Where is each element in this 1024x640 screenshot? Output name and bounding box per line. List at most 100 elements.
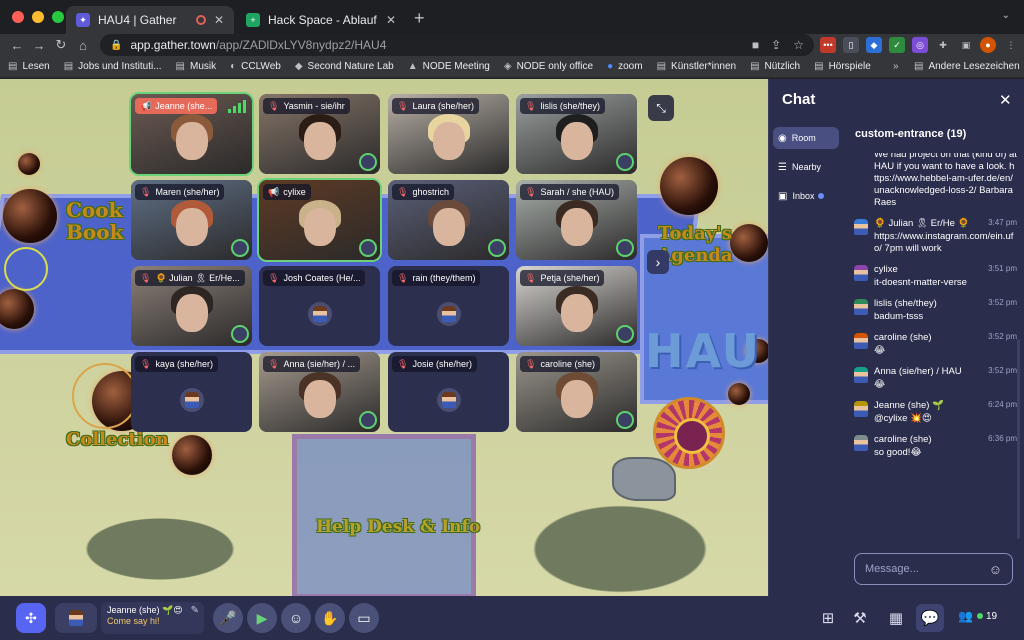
- bookmark-musik[interactable]: ▤ Musik: [176, 61, 217, 72]
- chat-message-input[interactable]: Message... ☺: [854, 553, 1013, 585]
- participants-button[interactable]: 👥 19: [958, 609, 997, 623]
- microphone-button[interactable]: 🎤: [213, 603, 243, 633]
- video-tile[interactable]: 🎙 lislis (she/they): [516, 94, 637, 174]
- user-status-card[interactable]: Jeanne (she) 🌱😍 Come say hi! ✎: [101, 602, 204, 634]
- avatar[interactable]: [854, 333, 868, 349]
- browser-menu-icon[interactable]: ⋮: [1003, 37, 1019, 53]
- profile-avatar[interactable]: ●: [980, 37, 996, 53]
- video-tile[interactable]: 📢 Jeanne (she...: [131, 94, 252, 174]
- close-window-button[interactable]: [12, 11, 24, 23]
- home-icon[interactable]: ⌂: [72, 38, 94, 53]
- chat-tab-room[interactable]: ◉ Room: [773, 127, 839, 149]
- video-tile[interactable]: 🎙 Josie (she/her): [388, 352, 509, 432]
- video-tile[interactable]: 🎙 Sarah / she (HAU): [516, 180, 637, 260]
- bookmark-second-nature-lab[interactable]: ◆ Second Nature Lab: [295, 61, 394, 72]
- build-hammer-icon[interactable]: ⚒: [846, 604, 874, 632]
- video-tile[interactable]: 🎙 Yasmin - sie/ihr: [259, 94, 380, 174]
- bookmark-jobs[interactable]: ▤ Jobs und Instituti...: [64, 61, 162, 72]
- extension-lastpass-icon[interactable]: •••: [820, 37, 836, 53]
- avatar[interactable]: [854, 367, 868, 383]
- extensions-puzzle-icon[interactable]: ✚: [935, 37, 951, 53]
- reload-icon[interactable]: ↻: [50, 37, 72, 53]
- video-tile[interactable]: 🎙 🌻 Julian 🎗 Er/He...: [131, 266, 252, 346]
- mic-muted-icon: 🎙: [525, 272, 537, 283]
- chat-sender[interactable]: 🌻 Julian 🎗 Er/He 🌻: [874, 218, 969, 229]
- video-tile[interactable]: 📢 cylixe: [259, 180, 380, 260]
- forward-icon[interactable]: →: [28, 38, 50, 53]
- video-tile[interactable]: 🎙 Petja (she/her): [516, 266, 637, 346]
- bookmark-hoerspiele[interactable]: ▤ Hörspiele: [814, 61, 871, 72]
- chat-tab-nearby[interactable]: ☰ Nearby: [773, 156, 839, 178]
- close-tab-icon[interactable]: ✕: [386, 13, 396, 27]
- zoom-window-button[interactable]: [52, 11, 64, 23]
- close-tab-icon[interactable]: ✕: [214, 13, 224, 27]
- video-tile[interactable]: 🎙 Laura (she/her): [388, 94, 509, 174]
- chat-sender[interactable]: lislis (she/they): [874, 298, 937, 309]
- camera-button[interactable]: ▶: [247, 603, 277, 633]
- share-icon[interactable]: ⇪: [771, 38, 781, 52]
- chat-sender[interactable]: caroline (she): [874, 434, 932, 445]
- emote-button[interactable]: ☺: [281, 603, 311, 633]
- video-tile[interactable]: 🎙 Josh Coates (He/...: [259, 266, 380, 346]
- chat-sender[interactable]: caroline (she): [874, 332, 932, 343]
- next-video-page-button[interactable]: ›: [647, 250, 669, 274]
- camera-in-use-icon[interactable]: ■: [752, 38, 759, 52]
- avatar[interactable]: [854, 401, 868, 417]
- bookmark-cclweb[interactable]: ◐ CCLWeb: [230, 61, 281, 72]
- video-tile[interactable]: 🎙 kaya (she/her): [131, 352, 252, 432]
- signal-bar: [233, 106, 236, 113]
- bookmark-zoom[interactable]: ● zoom: [607, 61, 643, 72]
- gather-menu-icon[interactable]: ✣: [16, 603, 46, 633]
- minimize-window-button[interactable]: [32, 11, 44, 23]
- avatar[interactable]: [854, 265, 868, 281]
- screen-share-button[interactable]: ▭: [349, 603, 379, 633]
- emoji-picker-icon[interactable]: ☺: [989, 562, 1002, 577]
- self-video-preview[interactable]: [55, 603, 97, 633]
- avatar-sprite-icon: [854, 435, 868, 451]
- new-tab-button[interactable]: +: [414, 8, 425, 29]
- chat-toggle-button[interactable]: 💬: [916, 604, 944, 632]
- chat-message: cylixe 3:51 pm it-doesnt-matter-verse: [854, 264, 1017, 289]
- video-tile[interactable]: 🎙 Anna (sie/her) / ...: [259, 352, 380, 432]
- tab-hack-space[interactable]: + Hack Space - Ablauf / Dispo - G ✕: [236, 6, 406, 34]
- chat-scrollbar[interactable]: [1017, 339, 1020, 539]
- wave-button[interactable]: ✋: [315, 603, 345, 633]
- video-tile[interactable]: 🎙 rain (they/them): [388, 266, 509, 346]
- video-tile[interactable]: 🎙 Maren (she/her): [131, 180, 252, 260]
- chat-tab-inbox[interactable]: ▣ Inbox: [773, 185, 839, 207]
- gather-map[interactable]: Cook Book Today's Agenda HAU Collection …: [0, 79, 768, 596]
- video-person-face: [175, 208, 208, 246]
- calendar-icon-signpost[interactable]: ⊞: [814, 604, 842, 632]
- more-bookmarks-icon[interactable]: »: [893, 61, 899, 72]
- chat-sender[interactable]: Anna (sie/her) / HAU: [874, 366, 962, 377]
- avatar[interactable]: [854, 435, 868, 451]
- collapse-video-grid-button[interactable]: ⤡: [648, 95, 674, 121]
- extension-shield-icon[interactable]: ◆: [866, 37, 882, 53]
- avatar-sprite-icon: [441, 306, 456, 322]
- back-icon[interactable]: ←: [6, 38, 28, 53]
- tab-gather[interactable]: ✦ HAU4 | Gather ✕: [66, 6, 234, 34]
- chat-sender[interactable]: Jeanne (she) 🌱: [874, 400, 944, 411]
- bookmark-nuetzlich[interactable]: ▤ Nützlich: [750, 61, 800, 72]
- bookmark-node-meeting[interactable]: ▲ NODE Meeting: [408, 61, 490, 72]
- bookmark-node-office[interactable]: ◈ NODE only office: [504, 61, 593, 72]
- avatar[interactable]: [854, 219, 868, 235]
- calendar-icon[interactable]: ▦: [882, 604, 910, 632]
- edit-status-icon[interactable]: ✎: [191, 605, 199, 616]
- bookmark-lesen[interactable]: ▤ Lesen: [8, 61, 50, 72]
- video-tile[interactable]: 🎙 ghostrich: [388, 180, 509, 260]
- extension-doc-icon[interactable]: ▯: [843, 37, 859, 53]
- close-chat-icon[interactable]: ✕: [999, 91, 1012, 109]
- extension-circle-icon[interactable]: ◎: [912, 37, 928, 53]
- bookmark-kuenstlerinnen[interactable]: ▤ Künstler*innen: [657, 61, 737, 72]
- video-tile[interactable]: 🎙 caroline (she): [516, 352, 637, 432]
- side-panel-icon[interactable]: ▣: [958, 37, 974, 53]
- bookmark-star-icon[interactable]: ☆: [793, 38, 804, 52]
- address-bar[interactable]: 🔒 app.gather.town/app/ZADlDxLYV8nydpz2/H…: [100, 34, 814, 56]
- extension-check-icon[interactable]: ✓: [889, 37, 905, 53]
- chat-message-body: 😂: [874, 379, 886, 390]
- avatar[interactable]: [854, 299, 868, 315]
- chat-sender[interactable]: cylixe: [874, 264, 898, 275]
- other-bookmarks[interactable]: ▤ Andere Lesezeichen: [914, 61, 1020, 72]
- tab-search-icon[interactable]: ⌄: [1002, 10, 1010, 21]
